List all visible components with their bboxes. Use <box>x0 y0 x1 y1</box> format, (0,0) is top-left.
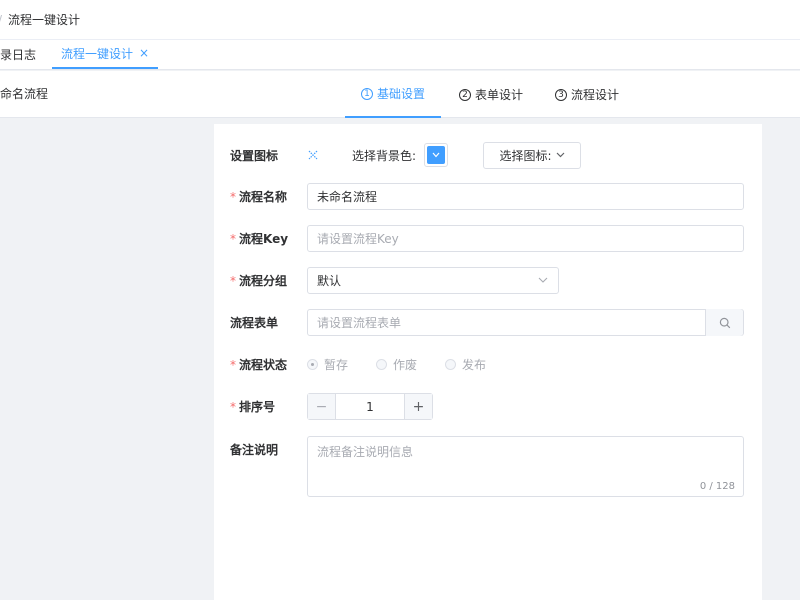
required-marker: * <box>230 357 236 372</box>
sort-value[interactable]: 1 <box>336 400 404 414</box>
step-form-design[interactable]: 2 表单设计 <box>441 71 537 118</box>
chevron-down-icon <box>427 146 445 164</box>
tab-log[interactable]: 录日志 <box>0 39 50 69</box>
tab-label: 录日志 <box>0 47 37 62</box>
remark-placeholder: 流程备注说明信息 <box>317 445 414 459</box>
step-label: 表单设计 <box>475 88 524 102</box>
form-row-sort: * 排序号 − 1 + <box>214 393 762 420</box>
radio-dot <box>307 358 318 370</box>
chevron-down-icon <box>538 275 548 286</box>
flow-form-input[interactable]: 请设置流程表单 <box>307 309 744 336</box>
breadcrumb-separator: / <box>0 13 2 27</box>
required-marker: * <box>230 274 236 288</box>
status-label: * 流程状态 <box>230 357 288 372</box>
required-marker: * <box>230 190 236 204</box>
tab-label: 流程一键设计 <box>61 46 134 61</box>
icon-select-label: 选择图标: <box>499 148 552 163</box>
breadcrumb-current[interactable]: 流程一键设计 <box>8 11 80 28</box>
form-table-label: 流程表单 <box>230 316 279 330</box>
group-selected-value: 默认 <box>317 274 342 288</box>
step-label: 基础设置 <box>377 87 426 101</box>
form-row-remark: 备注说明 流程备注说明信息 0 / 128 <box>214 436 762 497</box>
form-row-key: * 流程Key 请设置流程Key <box>214 225 762 252</box>
sort-stepper: − 1 + <box>307 393 433 420</box>
decrement-button[interactable]: − <box>308 394 336 419</box>
step-nav: 1 基础设置 2 表单设计 3 流程设计 <box>345 71 633 118</box>
flow-title: 命名流程 <box>0 87 49 101</box>
key-label: * 流程Key <box>230 232 289 246</box>
icon-preview-icon[interactable] <box>307 149 319 161</box>
bg-color-label: 选择背景色: <box>352 148 417 163</box>
radio-dot <box>445 358 457 370</box>
flow-name-input[interactable]: 未命名流程 <box>307 183 744 210</box>
name-label: * 流程名称 <box>230 190 288 204</box>
chevron-down-icon <box>556 150 565 161</box>
increment-button[interactable]: + <box>404 394 432 419</box>
step-number: 2 <box>459 88 472 101</box>
flow-key-input[interactable]: 请设置流程Key <box>307 225 744 252</box>
sort-label: * 排序号 <box>230 400 276 414</box>
form-row-status: * 流程状态 暂存 作废 发布 <box>214 352 762 376</box>
status-radio-draft[interactable]: 暂存 <box>307 356 348 373</box>
status-radio-group: 暂存 作废 发布 <box>307 356 514 373</box>
status-radio-publish[interactable]: 发布 <box>445 356 486 373</box>
form-row-name: * 流程名称 未命名流程 <box>214 183 762 210</box>
step-basic-settings[interactable]: 1 基础设置 <box>345 71 442 118</box>
designer-header: 命名流程 1 基础设置 2 表单设计 3 流程设计 <box>0 71 800 118</box>
remark-textarea[interactable]: 流程备注说明信息 0 / 128 <box>307 436 744 497</box>
remark-label: 备注说明 <box>230 443 279 457</box>
radio-dot <box>376 358 388 370</box>
required-marker: * <box>230 232 236 246</box>
form-table-placeholder: 请设置流程表单 <box>317 316 402 330</box>
bg-color-picker[interactable] <box>424 143 448 167</box>
tabs-bar: 录日志 流程一键设计 × <box>0 40 800 70</box>
form-row-icon: 设置图标 选择背景色: 选择图标: <box>214 141 762 169</box>
group-label: * 流程分组 <box>230 274 288 288</box>
close-icon[interactable]: × <box>139 46 149 60</box>
step-flow-design[interactable]: 3 流程设计 <box>537 71 633 118</box>
breadcrumb: / 流程一键设计 <box>0 0 800 40</box>
step-number: 1 <box>361 87 373 100</box>
form-row-form: 流程表单 请设置流程表单 <box>214 309 762 336</box>
step-number: 3 <box>555 88 568 101</box>
form-row-group: * 流程分组 默认 <box>214 267 762 294</box>
status-radio-void[interactable]: 作废 <box>376 356 417 373</box>
flow-group-select[interactable]: 默认 <box>307 267 559 294</box>
basic-settings-form: 设置图标 选择背景色: 选择图标: * 流程名称 未命名流程 * 流程Key 请设置… <box>214 124 762 600</box>
char-counter: 0 / 128 <box>699 481 735 492</box>
tab-flow-design[interactable]: 流程一键设计 × <box>52 39 159 69</box>
icon-select-button[interactable]: 选择图标: <box>483 141 581 169</box>
required-marker: * <box>230 400 236 414</box>
step-label: 流程设计 <box>571 88 620 102</box>
search-icon[interactable] <box>705 309 743 336</box>
icon-label: 设置图标 <box>230 148 279 163</box>
